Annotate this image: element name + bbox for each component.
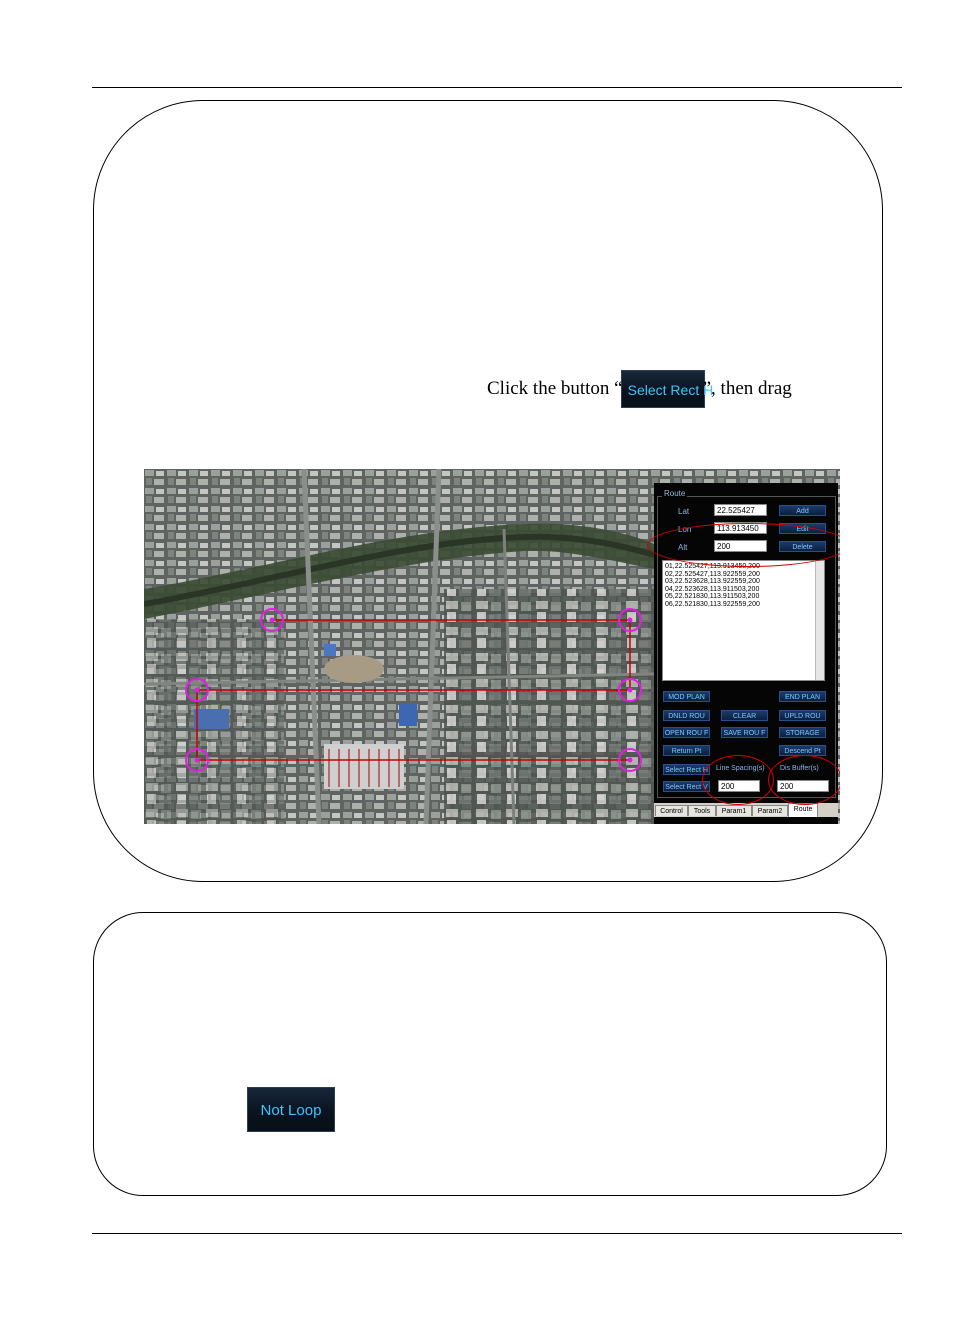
return-pt-button[interactable]: Return Pt bbox=[663, 745, 710, 756]
tab-param2[interactable]: Param2 bbox=[752, 805, 788, 816]
open-rou-f-button[interactable]: OPEN ROU F bbox=[663, 727, 710, 738]
note-card bbox=[93, 912, 887, 1196]
lat-label: Lat bbox=[678, 507, 690, 516]
end-plan-button[interactable]: END PLAN bbox=[779, 691, 826, 702]
tab-param1[interactable]: Param1 bbox=[716, 805, 752, 816]
mod-plan-button[interactable]: MOD PLAN bbox=[663, 691, 710, 702]
tab-tools[interactable]: Tools bbox=[688, 805, 716, 816]
highlight-ellipse-alt bbox=[647, 523, 840, 567]
waypoint-list[interactable]: 01,22.525427,113.913450,200 02,22.525427… bbox=[662, 560, 825, 681]
clear-button[interactable]: CLEAR bbox=[721, 710, 768, 721]
footer-rule bbox=[92, 1233, 902, 1234]
list-item[interactable]: 06,22.521830,113.922559,200 bbox=[665, 601, 824, 609]
instruction-after: ”, then drag bbox=[702, 378, 792, 399]
list-item[interactable]: 03,22.523628,113.922559,200 bbox=[665, 578, 824, 586]
list-scrollbar[interactable] bbox=[815, 561, 824, 680]
select-rect-h-button-image[interactable]: Select Rect H bbox=[620, 370, 713, 408]
panel-tabs: Control Tools Param1 Param2 Route bbox=[654, 803, 838, 817]
lat-field[interactable]: 22.525427 bbox=[714, 504, 767, 516]
highlight-ellipse-dis-buffer bbox=[768, 755, 840, 805]
save-rou-f-button[interactable]: SAVE ROU F bbox=[721, 727, 768, 738]
not-loop-button[interactable]: Not Loop bbox=[247, 1087, 335, 1132]
instruction-text: Click the button “Select Rect H”, then d… bbox=[487, 370, 792, 408]
list-item[interactable]: 04,22.523628,113.911503,200 bbox=[665, 586, 824, 594]
tab-control[interactable]: Control bbox=[655, 805, 688, 816]
list-item[interactable]: 05,22.521830,113.911503,200 bbox=[665, 593, 824, 601]
add-button[interactable]: Add bbox=[779, 505, 826, 516]
software-screenshot: Route Lat 22.525427 Add Lon 113.913450 E… bbox=[144, 469, 840, 824]
instruction-before: Click the button “ bbox=[487, 378, 623, 399]
storage-button[interactable]: STORAGE bbox=[779, 727, 826, 738]
list-item[interactable]: 02,22.525427,113.922559,200 bbox=[665, 571, 824, 579]
upld-rou-button[interactable]: UPLD ROU bbox=[779, 710, 826, 721]
tab-route[interactable]: Route bbox=[788, 803, 818, 817]
header-rule bbox=[92, 87, 902, 88]
route-group-title: Route bbox=[662, 489, 688, 498]
dnld-rou-button[interactable]: DNLD ROU bbox=[663, 710, 710, 721]
highlight-ellipse-line-spacing bbox=[702, 755, 774, 805]
